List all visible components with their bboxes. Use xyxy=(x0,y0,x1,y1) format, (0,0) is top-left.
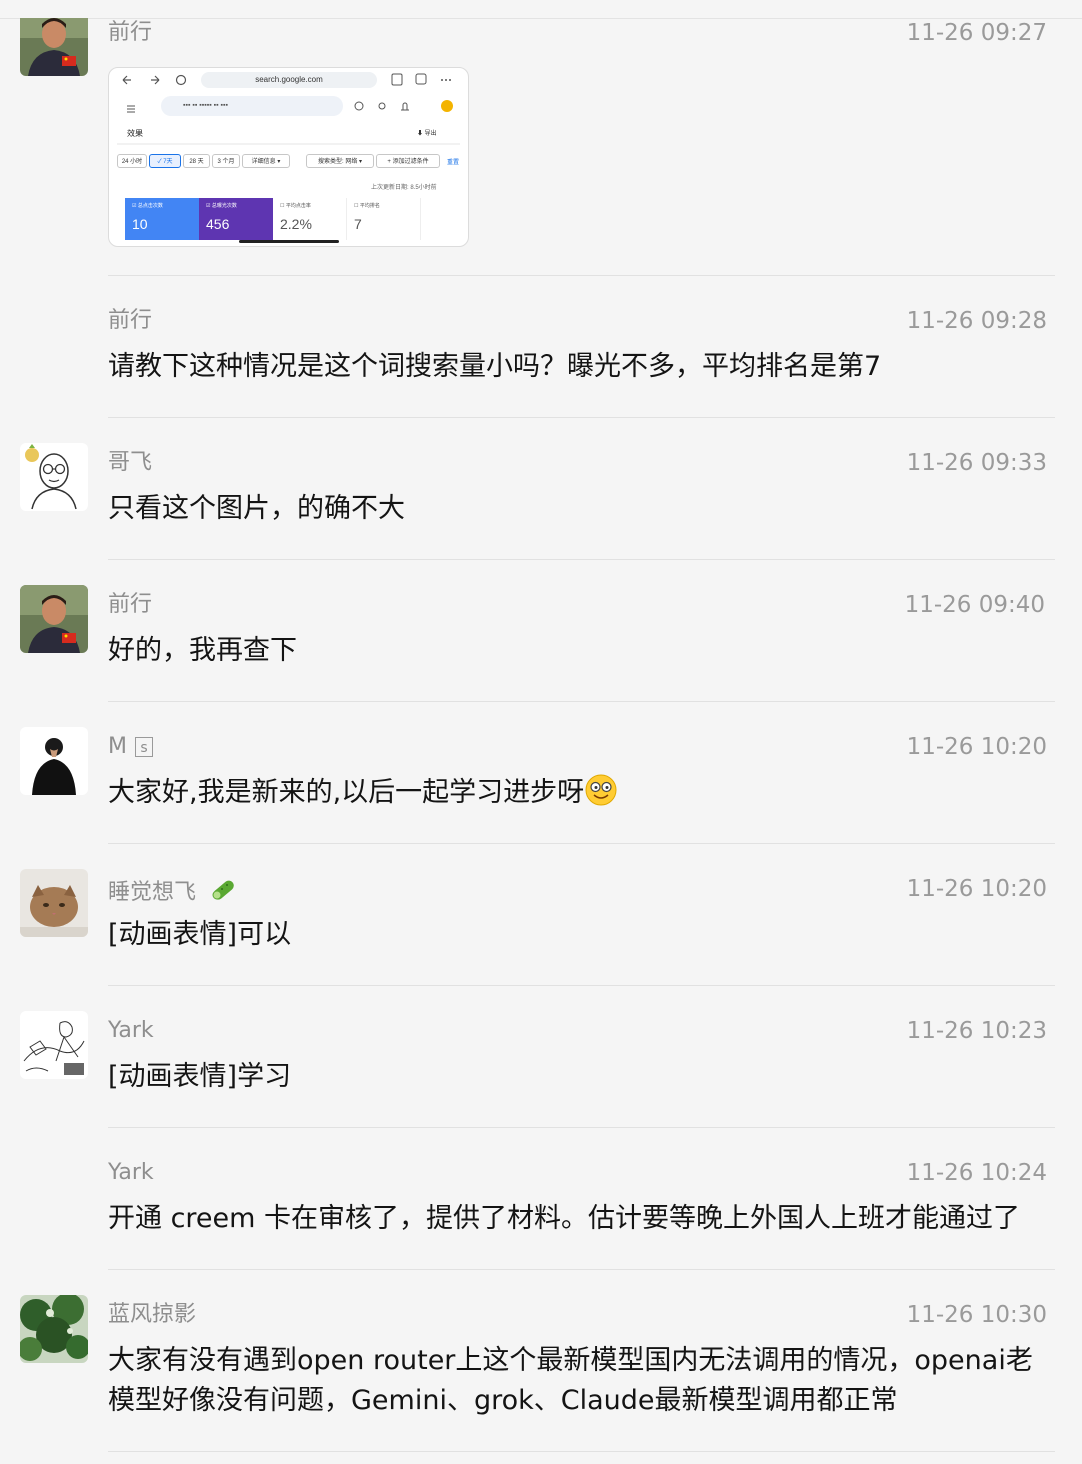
thumb-reset: 重置 xyxy=(447,160,460,166)
thumb-chip: 28 天 xyxy=(183,154,210,168)
thumb-search-box: ▪▪▪ ▪▪ ▪▪▪▪▪ ▪▪ ▪▪▪ xyxy=(161,96,343,116)
message-text: 好的，我再查下 xyxy=(108,635,297,666)
thumb-chip: + 添加过滤条件 xyxy=(376,154,440,168)
message-time: 11-26 09:40 xyxy=(904,592,1045,618)
thumb-chip: 详细信息 ▾ xyxy=(242,154,290,168)
sender-name[interactable]: Yark xyxy=(108,1017,154,1045)
message-text: 大家好,我是新来的,以后一起学习进步呀 xyxy=(108,773,1048,813)
cucumber-icon xyxy=(212,880,234,900)
message-time: 11-26 10:23 xyxy=(906,1018,1047,1044)
thumb-last-updated: 上次更新日期: 8.5小时前 xyxy=(371,185,437,191)
grinning-glasses-emoji-icon xyxy=(585,774,617,806)
thumb-metric-position: ☐ 平均排名 7 xyxy=(347,198,421,240)
message-divider xyxy=(108,1269,1055,1270)
sender-name[interactable]: 前行 xyxy=(108,19,152,47)
avatar-shuijiaoxiangfei[interactable] xyxy=(20,869,88,937)
thumb-export: ⬇ 导出 xyxy=(417,131,437,137)
avatar-lanfenglueying[interactable] xyxy=(20,1295,88,1363)
message-divider xyxy=(108,1127,1055,1128)
avatar-qianxing[interactable] xyxy=(20,18,88,76)
sender-badge: s xyxy=(134,737,153,757)
message-divider xyxy=(108,843,1055,844)
message-divider xyxy=(108,985,1055,986)
thumb-chip: ✓ 7天 xyxy=(149,154,181,168)
sender-name[interactable]: Yark xyxy=(108,1159,154,1187)
avatar-yark[interactable] xyxy=(20,1011,88,1079)
sender-name[interactable]: 睡觉想飞 xyxy=(108,875,237,907)
thumb-chip: 3 个月 xyxy=(212,154,240,168)
message-divider xyxy=(108,701,1055,702)
message-text: [动画表情]学习 xyxy=(108,1061,292,1092)
message-divider xyxy=(108,1451,1055,1452)
message-time: 11-26 09:33 xyxy=(906,450,1047,476)
sender-name[interactable]: 前行 xyxy=(108,307,152,335)
message-divider xyxy=(108,275,1055,276)
thumb-metric-ctr: ☐ 平均点击率 2.2% xyxy=(273,198,347,240)
thumb-chip: 搜索类型: 网络 ▾ xyxy=(306,154,374,168)
sender-name[interactable]: 前行 xyxy=(108,591,152,619)
message-text: 请教下这种情况是这个词搜索量小吗？曝光不多，平均排名是第7 xyxy=(108,351,882,382)
message-divider xyxy=(108,559,1055,560)
avatar-qianxing[interactable] xyxy=(20,585,88,653)
avatar-gefei[interactable] xyxy=(20,443,88,511)
thumb-metric-impressions: ☑ 总曝光次数 456 xyxy=(199,198,273,240)
message-time: 11-26 09:27 xyxy=(906,20,1047,46)
message-text: 大家有没有遇到open router上这个最新模型国内无法调用的情况，opena… xyxy=(108,1345,1033,1416)
sender-name[interactable]: Ms xyxy=(108,733,153,761)
thumb-scroll-indicator xyxy=(239,240,339,243)
thumb-section-title: 效果 xyxy=(127,129,143,138)
message-time: 11-26 10:30 xyxy=(906,1302,1047,1328)
message-text: 开通 creem 卡在审核了，提供了材料。估计要等晚上外国人上班才能通过了 xyxy=(108,1203,1021,1234)
avatar-m[interactable] xyxy=(20,727,88,795)
sender-name[interactable]: 哥飞 xyxy=(108,449,152,477)
message-time: 11-26 10:20 xyxy=(906,876,1047,902)
thumb-url-bar: search.google.com xyxy=(201,72,377,88)
message-time: 11-26 10:24 xyxy=(906,1160,1047,1186)
image-attachment[interactable]: search.google.com ▪▪▪ ▪▪ ▪▪▪▪▪ ▪▪ ▪▪▪ 效果… xyxy=(108,67,469,247)
message-text: 只看这个图片，的确不大 xyxy=(108,493,405,524)
thumb-metric-clicks: ☑ 总点击次数 10 xyxy=(125,198,199,240)
message-text: [动画表情]可以 xyxy=(108,919,292,950)
message-divider xyxy=(108,417,1055,418)
message-time: 11-26 10:20 xyxy=(906,734,1047,760)
thumb-chip: 24 小时 xyxy=(117,154,147,168)
sender-name[interactable]: 蓝风掠影 xyxy=(108,1301,196,1329)
message-time: 11-26 09:28 xyxy=(906,308,1047,334)
